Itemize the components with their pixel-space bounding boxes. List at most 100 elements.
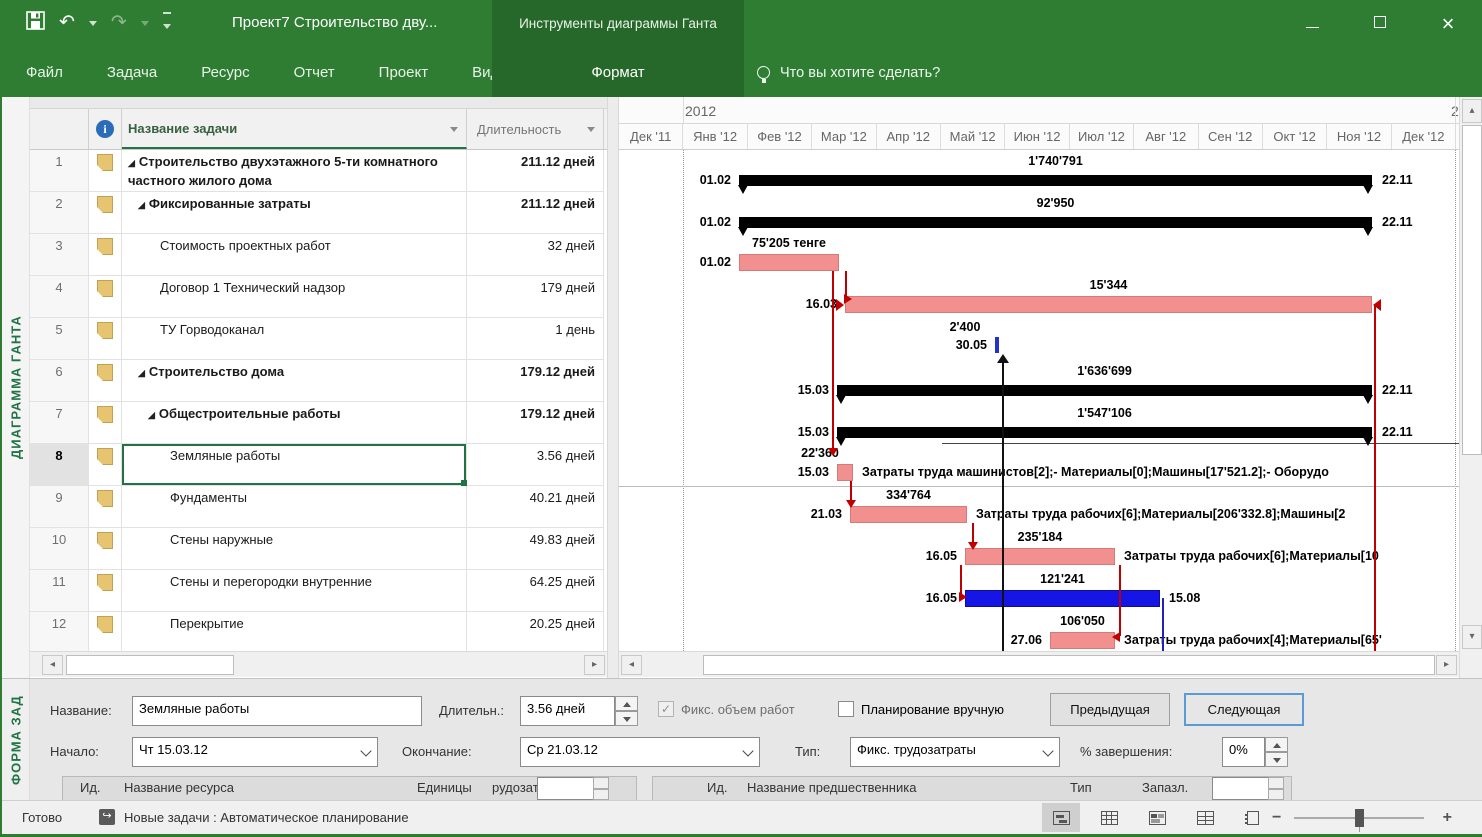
task-name-cell[interactable]: Стоимость проектных работ — [122, 234, 467, 276]
row-number[interactable]: 10 — [30, 528, 89, 570]
task-type-combo[interactable]: Фикс. трудозатраты — [850, 737, 1060, 767]
filter-dropdown-icon[interactable] — [587, 127, 595, 132]
scroll-up-icon[interactable]: ▴ — [1462, 99, 1482, 123]
collapse-triangle-icon[interactable]: ◢ — [128, 158, 135, 168]
tell-me-search[interactable]: Что вы хотите сделать? — [757, 48, 940, 97]
task-bar-row-3[interactable] — [739, 254, 839, 271]
filter-dropdown-icon[interactable] — [450, 127, 458, 132]
row-number[interactable]: 6 — [30, 360, 89, 402]
previous-button[interactable]: Предыдущая — [1050, 693, 1170, 726]
task-name-cell[interactable]: ◢ Общестроительные работы — [122, 402, 467, 444]
gantt-chart-view-button[interactable] — [1042, 803, 1080, 832]
duration-cell[interactable]: 49.83 дней — [467, 528, 604, 570]
note-indicator-cell[interactable] — [89, 402, 122, 444]
row-number[interactable]: 7 — [30, 402, 89, 444]
task-bar-row-4[interactable] — [845, 296, 1372, 313]
duration-cell[interactable]: 179 дней — [467, 276, 604, 318]
manual-schedule-checkbox[interactable]: Планирование вручную — [838, 701, 1004, 717]
task-name-cell[interactable]: ТУ Горводоканал — [122, 318, 467, 360]
tab-file[interactable]: Файл — [26, 64, 63, 81]
duration-cell[interactable]: 179.12 дней — [467, 360, 604, 402]
tab-отчет[interactable]: Отчет — [294, 64, 335, 81]
scrollbar-thumb[interactable] — [703, 655, 1435, 675]
collapse-triangle-icon[interactable]: ◢ — [138, 368, 145, 378]
note-indicator-cell[interactable] — [89, 612, 122, 651]
note-indicator-cell[interactable] — [89, 570, 122, 612]
note-indicator-cell[interactable] — [89, 528, 122, 570]
duration-stepper[interactable] — [615, 696, 638, 726]
task-bar-row-11[interactable] — [965, 590, 1160, 607]
row-number[interactable]: 12 — [30, 612, 89, 651]
task-name-cell[interactable]: ◢ Фиксированные затраты — [122, 192, 467, 234]
scroll-right-icon[interactable]: ▸ — [584, 655, 605, 675]
task-name-header[interactable]: Название задачи — [122, 109, 467, 149]
row-number[interactable]: 9 — [30, 486, 89, 528]
row-number[interactable]: 5 — [30, 318, 89, 360]
duration-cell[interactable]: 179.12 дней — [467, 402, 604, 444]
scrollbar-thumb[interactable] — [66, 655, 234, 675]
task-name-cell[interactable]: Стены наружные — [122, 528, 467, 570]
percent-stepper[interactable] — [1265, 737, 1288, 767]
collapse-triangle-icon[interactable]: ◢ — [148, 410, 155, 420]
duration-header[interactable]: Длительность — [467, 109, 604, 149]
info-column-header[interactable]: i — [89, 109, 122, 149]
report-view-button[interactable] — [1234, 803, 1272, 832]
finish-date-combo[interactable]: Ср 21.03.12 — [520, 737, 760, 767]
task-name-cell[interactable]: Фундаменты — [122, 486, 467, 528]
note-indicator-cell[interactable] — [89, 360, 122, 402]
scroll-right-icon[interactable]: ▸ — [1436, 655, 1457, 675]
scroll-left-icon[interactable]: ◂ — [621, 655, 642, 675]
duration-cell[interactable]: 64.25 дней — [467, 570, 604, 612]
task-name-cell[interactable]: Земляные работы — [122, 444, 467, 486]
tab-format[interactable]: Формат — [492, 64, 744, 81]
task-name-cell[interactable]: ◢ Строительство дома — [122, 360, 467, 402]
resource-cell-stepper[interactable] — [593, 777, 609, 800]
fixed-work-checkbox[interactable]: ✓ Фикс. объем работ — [658, 701, 795, 717]
scrollbar-thumb[interactable] — [1462, 125, 1482, 455]
next-button[interactable]: Следующая — [1184, 693, 1304, 726]
new-tasks-status[interactable]: Новые задачи : Автоматическое планирован… — [124, 810, 409, 825]
table-horizontal-scrollbar[interactable]: ◂ ▸ — [30, 651, 607, 677]
row-number[interactable]: 8 — [30, 444, 89, 486]
collapse-triangle-icon[interactable]: ◢ — [138, 200, 145, 210]
team-planner-view-button[interactable] — [1138, 803, 1176, 832]
vertical-scrollbar[interactable]: ▴ ▾ — [1459, 97, 1482, 678]
pane-splitter[interactable] — [607, 97, 619, 678]
summary-bar-row-7[interactable] — [836, 427, 1373, 446]
duration-cell[interactable]: 32 дней — [467, 234, 604, 276]
timeline-month-tier[interactable]: Дек '11 Янв '12 Фев '12 Мар '12 Апр '12 Май '… — [619, 124, 1459, 150]
row-number[interactable]: 4 — [30, 276, 89, 318]
row-number-header[interactable] — [30, 109, 89, 149]
duration-field[interactable]: 3.56 дней — [520, 696, 615, 726]
zoom-in-icon[interactable]: + — [1443, 809, 1452, 827]
note-indicator-cell[interactable] — [89, 192, 122, 234]
task-bar-row-12[interactable] — [1050, 632, 1115, 649]
chart-horizontal-scrollbar[interactable]: ◂ ▸ — [619, 651, 1459, 677]
task-name-cell[interactable]: ◢ Строительство двухэтажного 5-ти комнатн… — [122, 150, 467, 192]
row-number[interactable]: 11 — [30, 570, 89, 612]
tab-задача[interactable]: Задача — [107, 64, 157, 81]
task-name-cell[interactable]: Перекрытие — [122, 612, 467, 651]
task-name-field[interactable]: Земляные работы — [132, 696, 422, 726]
tab-ресурс[interactable]: Ресурс — [201, 64, 249, 81]
zoom-handle[interactable] — [1355, 809, 1364, 827]
zoom-out-icon[interactable]: − — [1272, 809, 1281, 827]
duration-cell[interactable]: 1 день — [467, 318, 604, 360]
row-number[interactable]: 3 — [30, 234, 89, 276]
task-bar-row-9[interactable] — [850, 506, 967, 523]
undo-dropdown-icon[interactable] — [88, 20, 97, 26]
row-number[interactable]: 2 — [30, 192, 89, 234]
scroll-left-icon[interactable]: ◂ — [42, 655, 63, 675]
milestone-marker[interactable] — [995, 337, 999, 353]
duration-cell[interactable]: 211.12 дней — [467, 192, 604, 234]
task-name-cell[interactable]: Договор 1 Технический надзор — [122, 276, 467, 318]
start-date-combo[interactable]: Чт 15.03.12 — [132, 737, 378, 767]
redo-icon[interactable]: ↷ — [111, 10, 127, 36]
undo-icon[interactable]: ↶ — [59, 10, 75, 36]
redo-dropdown-icon[interactable] — [140, 20, 149, 26]
duration-cell[interactable]: 211.12 дней — [467, 150, 604, 192]
resource-sheet-view-button[interactable] — [1186, 803, 1224, 832]
note-indicator-cell[interactable] — [89, 486, 122, 528]
scroll-down-icon[interactable]: ▾ — [1462, 625, 1482, 649]
timeline-year-tier[interactable]: 2012 2 — [619, 97, 1459, 124]
